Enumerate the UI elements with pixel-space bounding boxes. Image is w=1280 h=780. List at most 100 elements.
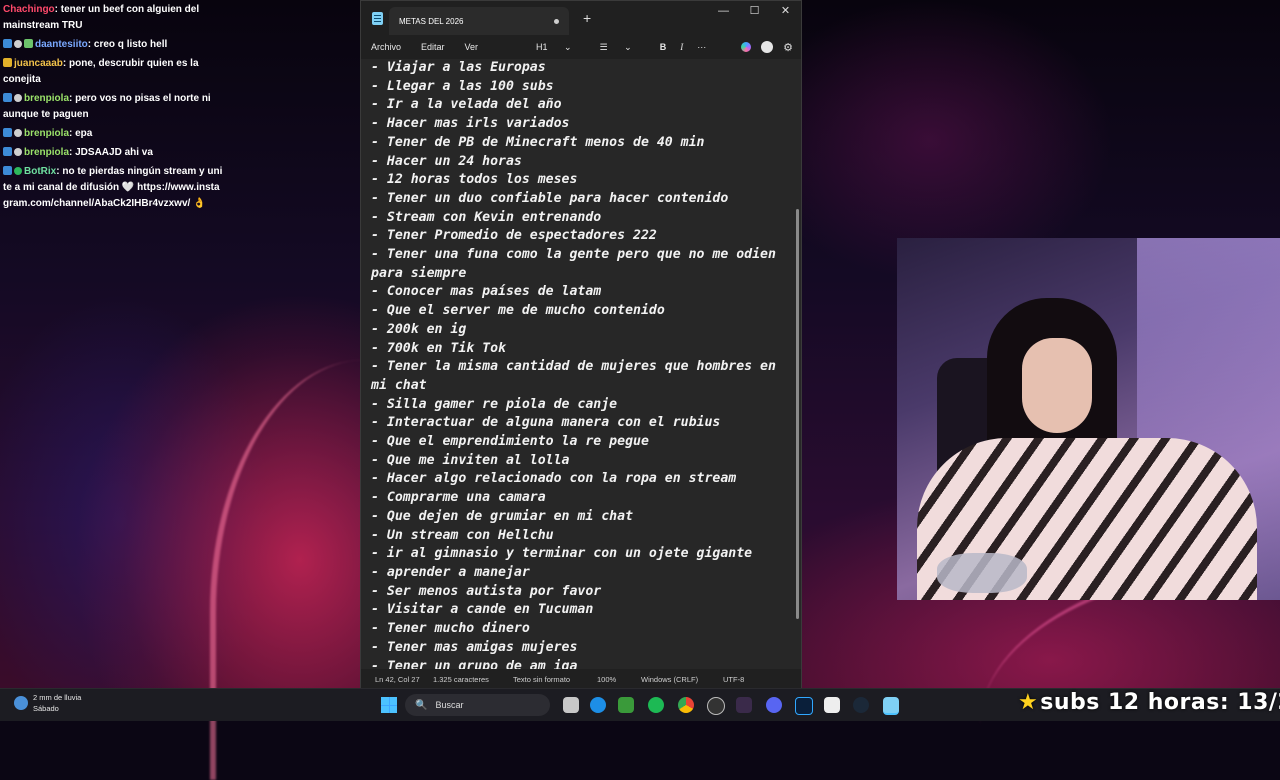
document-line[interactable]: - Hacer algo relacionado con la ropa en …	[371, 470, 791, 489]
document-line[interactable]: - Viajar a las Europas	[371, 59, 791, 78]
heading-dropdown[interactable]: H1 ⌄	[536, 42, 586, 53]
document-line[interactable]: - Llegar a las 100 subs	[371, 78, 791, 97]
document-line[interactable]: - Tener mas amigas mujeres	[371, 639, 791, 658]
chevron-down-icon: ⌄	[564, 41, 572, 52]
chat-text: : epa	[69, 128, 93, 139]
stream-chat: Chachingo: tener un beef con alguien del…	[0, 0, 228, 217]
subscriber-badge-icon	[3, 93, 12, 102]
chat-message: brenpiola: pero vos no pisas el norte ni…	[3, 91, 225, 123]
close-button[interactable]: ✕	[770, 1, 801, 23]
file-explorer-icon[interactable]	[563, 697, 579, 713]
tab-title: METAS DEL 2026	[399, 16, 464, 26]
document-line[interactable]: - 700k en Tik Tok	[371, 340, 791, 359]
tab-metas-del-2026[interactable]: METAS DEL 2026	[389, 7, 569, 35]
list-dropdown[interactable]: ☰ ⌄	[600, 42, 646, 53]
photoshop-icon[interactable]	[795, 697, 813, 715]
chat-message: brenpiola: JDSAAJD ahi va	[3, 145, 225, 161]
subs-goal-overlay: ★subs 12 horas: 13/25	[1018, 690, 1280, 715]
notepad-window: METAS DEL 2026 + — ☐ ✕ Archivo Editar Ve…	[360, 0, 802, 690]
document-line[interactable]: - Que dejen de grumiar en mi chat	[371, 508, 791, 527]
discord-icon[interactable]	[766, 697, 782, 713]
document-line[interactable]: - Que me inviten al lolla	[371, 452, 791, 471]
chat-message: brenpiola: epa	[3, 126, 225, 142]
copilot-icon[interactable]	[741, 42, 752, 52]
window-controls: — ☐ ✕	[708, 1, 801, 23]
document-line[interactable]: - ir al gimnasio y terminar con un ojete…	[371, 545, 791, 564]
document-line[interactable]: - Tener de PB de Minecraft menos de 40 m…	[371, 134, 791, 153]
minimize-button[interactable]: —	[708, 1, 739, 23]
document-line[interactable]: - Conocer mas países de latam	[371, 283, 791, 302]
search-input[interactable]: 🔍 Buscar	[405, 694, 550, 716]
document-line[interactable]: - Un stream con Hellchu	[371, 527, 791, 546]
chat-badge-icon	[14, 129, 22, 137]
vertical-scrollbar[interactable]	[796, 209, 799, 619]
menu-editar[interactable]: Editar	[421, 42, 445, 52]
toolbar-right: ⚙	[741, 35, 793, 59]
gear-icon[interactable]: ⚙	[783, 41, 793, 54]
notepad-taskbar-icon[interactable]	[883, 697, 899, 715]
minecraft-icon[interactable]	[618, 697, 634, 713]
chat-message: BotRix: no te pierdas ningún stream y un…	[3, 164, 225, 212]
weather-day: Sábado	[33, 704, 59, 713]
new-tab-icon[interactable]: +	[583, 10, 591, 26]
webcam-feed	[897, 238, 1280, 600]
obs-icon[interactable]	[707, 697, 725, 715]
app-icon[interactable]	[736, 697, 752, 713]
chat-message: daantesiito: creo q listo hell	[3, 37, 225, 53]
chat-badge-icon	[14, 148, 22, 156]
spotify-icon[interactable]	[648, 697, 664, 713]
chat-badge-icon	[14, 40, 22, 48]
subscriber-badge-icon	[3, 39, 12, 48]
document-line[interactable]: - Tener la misma cantidad de mujeres que…	[371, 358, 791, 395]
windows-start-icon[interactable]	[381, 697, 397, 713]
document-line[interactable]: - Interactuar de alguna manera con el ru…	[371, 414, 791, 433]
document-line[interactable]: - Tener una funa como la gente pero que …	[371, 246, 791, 283]
chat-username: daantesiito	[35, 39, 88, 50]
edge-browser-icon[interactable]	[590, 697, 606, 713]
maximize-button[interactable]: ☐	[739, 1, 770, 23]
subscriber-badge-icon	[3, 147, 12, 156]
document-line[interactable]: - Silla gamer re piola de canje	[371, 396, 791, 415]
format-toolbar: H1 ⌄ ☰ ⌄ B I ···	[536, 35, 720, 59]
document-line[interactable]: - Tener Promedio de espectadores 222	[371, 227, 791, 246]
chat-username: Chachingo	[3, 4, 55, 15]
document-line[interactable]: - Tener mucho dinero	[371, 620, 791, 639]
zoom-level[interactable]: 100%	[597, 675, 616, 684]
title-bar[interactable]: METAS DEL 2026 + — ☐ ✕	[361, 1, 801, 35]
rain-cloud-icon	[14, 696, 28, 710]
gift-badge-icon	[3, 58, 12, 67]
menu-bar: Archivo Editar Ver H1 ⌄ ☰ ⌄ B I ··· ⚙	[361, 35, 801, 59]
document-line[interactable]: - Stream con Kevin entrenando	[371, 209, 791, 228]
document-line[interactable]: - Comprarme una camara	[371, 489, 791, 508]
menu-archivo[interactable]: Archivo	[371, 42, 401, 52]
bold-button[interactable]: B	[660, 42, 667, 52]
document-line[interactable]: - Tener un duo confiable para hacer cont…	[371, 190, 791, 209]
line-endings: Windows (CRLF)	[641, 674, 699, 684]
document-line[interactable]: - Tener un grupo de am iga	[371, 658, 791, 670]
document-text[interactable]: - Viajar a las Europas - Llegar a las 100…	[361, 59, 801, 669]
document-line[interactable]: - Visitar a cande en Tucuman	[371, 601, 791, 620]
document-line[interactable]: - aprender a manejar	[371, 564, 791, 583]
document-line[interactable]: - 12 horas todos los meses	[371, 171, 791, 190]
status-bar: Ln 42, Col 27 1.325 caracteres Texto sin…	[361, 669, 801, 689]
document-line[interactable]: - 200k en ig	[371, 321, 791, 340]
streamer-face	[1022, 338, 1092, 433]
document-line[interactable]: - Que el emprendimiento la re pegue	[371, 433, 791, 452]
capcut-icon[interactable]	[824, 697, 840, 713]
document-line[interactable]: - Ir a la velada del año	[371, 96, 791, 115]
steam-icon[interactable]	[853, 697, 869, 713]
search-icon: 🔍	[415, 699, 428, 711]
account-icon[interactable]	[761, 41, 774, 53]
more-options-button[interactable]: ···	[697, 42, 706, 52]
document-line[interactable]: - Ser menos autista por favor	[371, 583, 791, 602]
document-line[interactable]: - Hacer un 24 horas	[371, 153, 791, 172]
text-editor[interactable]: - Viajar a las Europas - Llegar a las 100…	[361, 59, 801, 669]
chat-username: brenpiola	[24, 93, 70, 104]
unsaved-dot-icon[interactable]	[554, 18, 559, 24]
document-line[interactable]: - Hacer mas irls variados	[371, 115, 791, 134]
chrome-icon[interactable]	[678, 697, 694, 713]
weather-widget[interactable]: 2 mm de lluvia Sábado	[14, 692, 81, 714]
menu-ver[interactable]: Ver	[465, 42, 479, 52]
document-line[interactable]: - Que el server me de mucho contenido	[371, 302, 791, 321]
italic-button[interactable]: I	[680, 42, 683, 52]
